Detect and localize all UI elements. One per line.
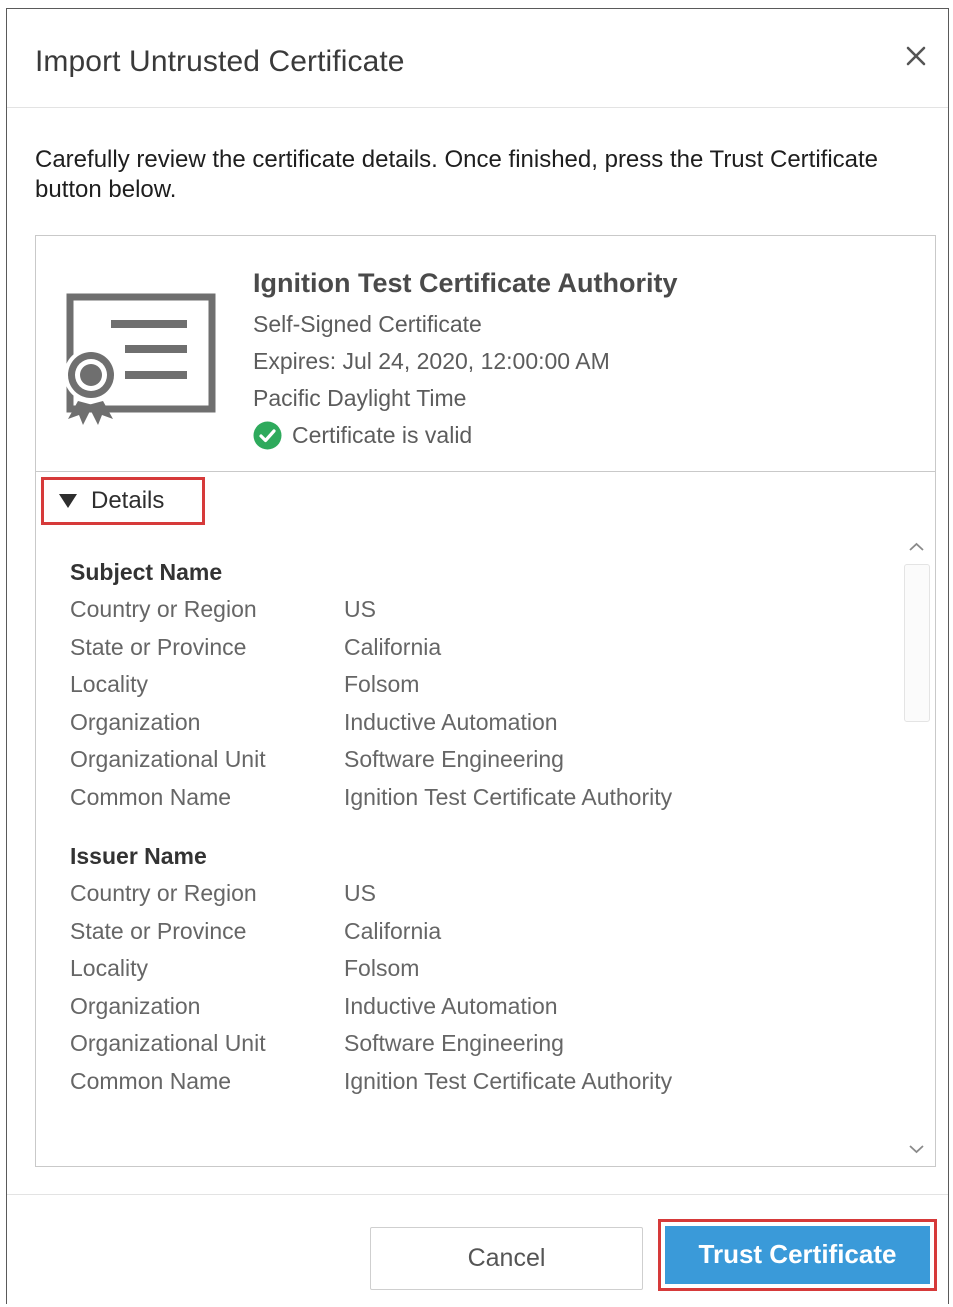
certificate-status: Certificate is valid [253,420,472,450]
detail-key: Organizational Unit [70,1030,266,1056]
detail-value: Ignition Test Certificate Authority [344,783,673,810]
certificate-type: Self-Signed Certificate [253,311,482,337]
details-toggle[interactable]: Details [41,477,205,525]
detail-value: California [344,917,442,944]
vertical-scrollbar[interactable] [900,534,933,1162]
close-icon[interactable] [903,43,929,69]
detail-row: State or Province California [70,913,804,951]
certificate-expiry: Expires: Jul 24, 2020, 12:00:00 AM [253,348,610,374]
caret-down-icon [59,494,77,508]
detail-key: State or Province [70,633,247,660]
detail-key: Common Name [70,1067,232,1094]
detail-row: Organizational Unit Software Engineering [70,1025,804,1063]
detail-value: Ignition Test Certificate Authority [344,1067,673,1094]
detail-key: Locality [70,671,148,697]
detail-key: Organization [70,992,201,1019]
detail-row: Locality Folsom [70,666,804,704]
issuer-name-section: Issuer Name Country or Region US State or … [70,838,804,1100]
detail-row: Organizational Unit Software Engineering [70,741,804,779]
trust-button-highlight: Trust Certificate [658,1219,937,1291]
certificate-status-text: Certificate is valid [292,421,473,448]
detail-value: Software Engineering [344,746,564,772]
scrollbar-thumb[interactable] [904,564,930,722]
certificate-summary: Ignition Test Certificate Authority Self… [36,236,935,472]
detail-row: Country or Region US [70,875,804,913]
detail-key: Organization [70,708,201,735]
detail-value: US [344,880,376,906]
detail-row: Locality Folsom [70,950,804,988]
details-scroll-area[interactable]: Subject Name Country or Region US State or… [36,528,935,1166]
detail-row: Organization Inductive Automation [70,988,804,1026]
detail-value: Folsom [344,955,420,981]
trust-certificate-button[interactable]: Trust Certificate [665,1226,930,1284]
subject-name-title: Subject Name [70,559,223,585]
cancel-button[interactable]: Cancel [370,1227,643,1290]
detail-value: Inductive Automation [344,992,558,1019]
detail-value: California [344,633,442,660]
scroll-down-icon[interactable] [900,1136,933,1162]
detail-row: State or Province California [70,629,804,667]
detail-row: Organization Inductive Automation [70,704,804,742]
certificate-timezone: Pacific Daylight Time [253,385,467,411]
detail-value: Inductive Automation [344,708,558,735]
detail-key: Organizational Unit [70,746,266,772]
subject-name-section: Subject Name Country or Region US State or… [70,554,804,816]
detail-value: Folsom [344,671,420,697]
detail-key: Country or Region [70,596,257,622]
detail-value: Software Engineering [344,1030,564,1056]
details-toggle-label: Details [91,487,165,514]
detail-key: State or Province [70,917,247,944]
check-circle-icon [253,421,282,449]
issuer-name-title: Issuer Name [70,843,207,869]
certificate-icon [63,291,218,426]
detail-row: Common Name Ignition Test Certificate Aut… [70,779,804,817]
import-certificate-dialog: Import Untrusted Certificate Carefully r… [6,8,949,1304]
dialog-header: Import Untrusted Certificate [7,9,948,108]
detail-key: Common Name [70,783,232,810]
dialog-footer: Cancel Trust Certificate [7,1194,948,1306]
detail-row: Country or Region US [70,591,804,629]
dialog-title: Import Untrusted Certificate [35,45,405,78]
detail-key: Locality [70,955,148,981]
detail-value: US [344,596,376,622]
detail-key: Country or Region [70,880,257,906]
certificate-name: Ignition Test Certificate Authority [253,268,678,298]
scroll-up-icon[interactable] [900,534,933,560]
instructions-text: Carefully review the certificate details… [35,146,879,203]
detail-row: Common Name Ignition Test Certificate Aut… [70,1063,804,1101]
certificate-panel: Ignition Test Certificate Authority Self… [35,235,936,1167]
